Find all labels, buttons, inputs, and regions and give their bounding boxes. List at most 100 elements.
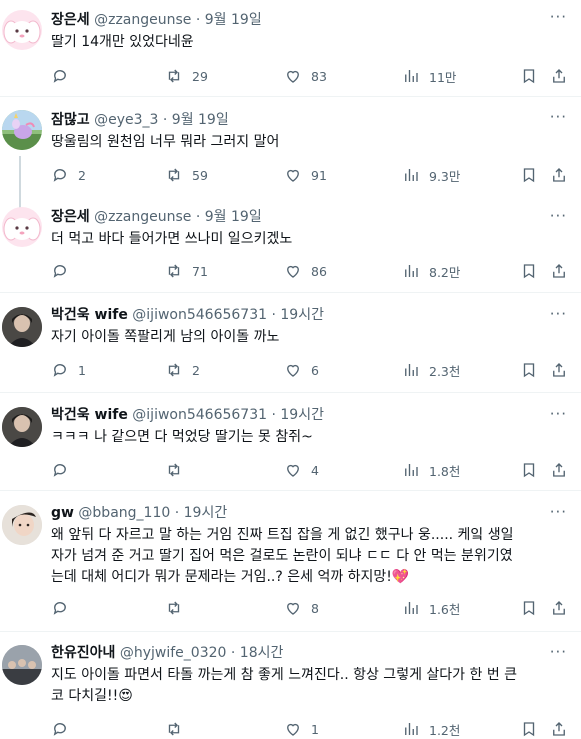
bookmark-button[interactable] xyxy=(520,598,538,618)
share-button[interactable] xyxy=(550,261,568,281)
views-button[interactable]: 9.3만 xyxy=(402,165,460,185)
profile-photo-icon xyxy=(2,505,42,545)
avatar[interactable] xyxy=(2,10,42,50)
retweet-button[interactable] xyxy=(165,460,192,480)
share-button[interactable] xyxy=(550,360,568,380)
more-options-button[interactable]: ··· xyxy=(550,207,567,225)
timestamp[interactable]: 9월 19일 xyxy=(205,209,262,225)
retweet-button[interactable] xyxy=(165,598,192,618)
separator-dot: · xyxy=(162,112,168,128)
views-button[interactable]: 1.6천 xyxy=(402,598,460,618)
retweet-icon xyxy=(168,69,180,83)
views-count: 1.8천 xyxy=(429,463,461,479)
avatar[interactable] xyxy=(2,307,42,347)
more-options-button[interactable]: ··· xyxy=(550,643,567,661)
views-chart-icon xyxy=(405,602,418,614)
reply-icon xyxy=(53,364,66,377)
avatar[interactable] xyxy=(2,207,42,247)
more-options-button[interactable]: ··· xyxy=(550,108,567,126)
like-button[interactable]: 86 xyxy=(284,261,327,281)
more-options-button[interactable]: ··· xyxy=(550,503,567,521)
share-button[interactable] xyxy=(550,165,568,185)
views-button[interactable]: 1.8천 xyxy=(402,460,460,480)
tweet-actions: 1 1.2천 xyxy=(51,719,571,739)
bookmark-button[interactable] xyxy=(520,719,538,739)
author-name[interactable]: 잠많고 xyxy=(51,112,90,128)
share-icon xyxy=(553,69,565,83)
author-handle[interactable]: @eye3_3 xyxy=(94,112,158,128)
like-button[interactable]: 1 xyxy=(284,719,319,739)
separator-dot: · xyxy=(195,209,201,225)
author-name[interactable]: 장은세 xyxy=(51,12,90,28)
timestamp[interactable]: 19시간 xyxy=(280,407,324,423)
reply-button[interactable] xyxy=(51,719,78,739)
bookmark-button[interactable] xyxy=(520,460,538,480)
timestamp[interactable]: 18시간 xyxy=(240,645,284,661)
author-name[interactable]: gw xyxy=(51,505,74,521)
author-name[interactable]: 장은세 xyxy=(51,209,90,225)
timestamp[interactable]: 19시간 xyxy=(184,505,228,521)
retweet-icon xyxy=(168,168,180,182)
tweet-actions: 2 59 91 9.3만 xyxy=(51,165,571,185)
like-button[interactable]: 8 xyxy=(284,598,319,618)
separator-dot: · xyxy=(230,645,236,661)
bookmark-button[interactable] xyxy=(520,360,538,380)
avatar[interactable] xyxy=(2,110,42,150)
reply-button[interactable] xyxy=(51,460,78,480)
avatar[interactable] xyxy=(2,505,42,545)
retweet-button[interactable]: 2 xyxy=(165,360,200,380)
author-name[interactable]: 박건욱 wife xyxy=(51,307,128,323)
share-button[interactable] xyxy=(550,598,568,618)
like-count: 8 xyxy=(311,600,319,616)
avatar[interactable] xyxy=(2,407,42,447)
author-handle[interactable]: @zzangeunse xyxy=(94,209,191,225)
views-chart-icon xyxy=(405,464,418,476)
like-button[interactable]: 4 xyxy=(284,460,319,480)
tweet-text: 지도 아이돌 파면서 타돌 까는게 참 좋게 느껴진다.. 항상 그렇게 살다가… xyxy=(51,667,518,704)
like-button[interactable]: 83 xyxy=(284,66,327,86)
divider xyxy=(0,292,581,293)
like-button[interactable]: 91 xyxy=(284,165,327,185)
timestamp[interactable]: 19시간 xyxy=(280,307,324,323)
more-options-button[interactable]: ··· xyxy=(550,8,567,26)
bookmark-button[interactable] xyxy=(520,261,538,281)
like-button[interactable]: 6 xyxy=(284,360,319,380)
author-handle[interactable]: @zzangeunse xyxy=(94,12,191,28)
timestamp[interactable]: 9월 19일 xyxy=(172,112,229,128)
views-button[interactable]: 11만 xyxy=(402,66,456,86)
separator-dot: · xyxy=(271,407,276,423)
views-button[interactable]: 1.2천 xyxy=(402,719,460,739)
views-button[interactable]: 8.2만 xyxy=(402,261,460,281)
like-count: 6 xyxy=(311,362,319,378)
reply-button[interactable] xyxy=(51,66,78,86)
author-handle[interactable]: @ijiwon546656731 xyxy=(132,307,267,323)
reply-button[interactable] xyxy=(51,261,78,281)
timestamp[interactable]: 9월 19일 xyxy=(205,12,262,28)
author-handle[interactable]: @hyjwife_0320 xyxy=(120,645,227,661)
retweet-button[interactable]: 71 xyxy=(165,261,208,281)
bookmark-button[interactable] xyxy=(520,66,538,86)
author-name[interactable]: 박건욱 wife xyxy=(51,407,128,423)
retweet-button[interactable]: 59 xyxy=(165,165,208,185)
avatar[interactable] xyxy=(2,645,42,685)
like-count: 83 xyxy=(311,68,327,84)
reply-button[interactable]: 1 xyxy=(51,360,86,380)
share-button[interactable] xyxy=(550,460,568,480)
views-chart-icon xyxy=(405,265,418,277)
views-button[interactable]: 2.3천 xyxy=(402,360,460,380)
views-count: 11만 xyxy=(429,69,457,85)
share-button[interactable] xyxy=(550,719,568,739)
author-name[interactable]: 한유진아내 xyxy=(51,645,115,661)
author-handle[interactable]: @ijiwon546656731 xyxy=(132,407,267,423)
more-options-button[interactable]: ··· xyxy=(550,305,567,323)
share-button[interactable] xyxy=(550,66,568,86)
author-handle[interactable]: @bbang_110 xyxy=(78,505,170,521)
retweet-button[interactable] xyxy=(165,719,192,739)
retweet-button[interactable]: 29 xyxy=(165,66,208,86)
reply-button[interactable] xyxy=(51,598,78,618)
reply-button[interactable]: 2 xyxy=(51,165,86,185)
more-options-button[interactable]: ··· xyxy=(550,405,567,423)
share-icon xyxy=(553,601,565,615)
bookmark-button[interactable] xyxy=(520,165,538,185)
tweet-actions: 29 83 11만 xyxy=(51,66,571,86)
